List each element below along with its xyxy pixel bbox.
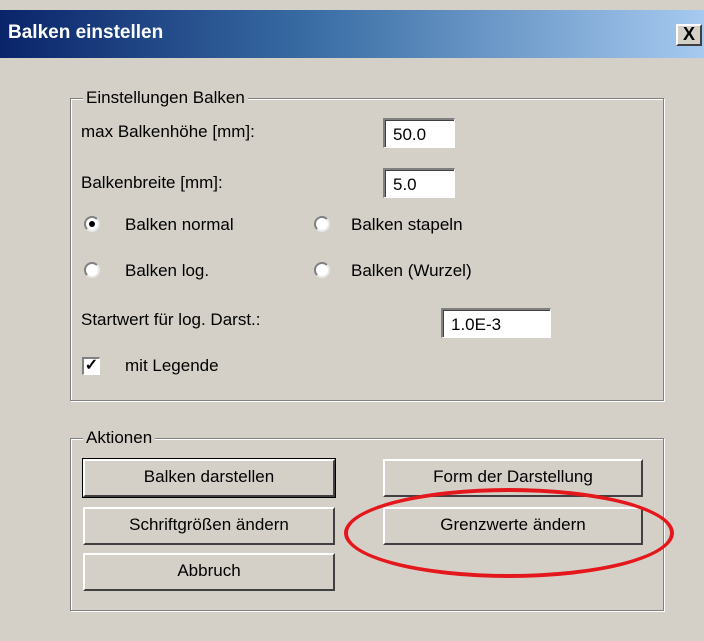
start-value-label: Startwert für log. Darst.:	[81, 310, 261, 329]
settings-group-title: Einstellungen Balken	[83, 88, 248, 108]
radio-balken-wurzel[interactable]	[314, 262, 330, 278]
max-height-label: max Balkenhöhe [mm]:	[81, 122, 255, 141]
radio-balken-wurzel-label[interactable]: Balken (Wurzel)	[351, 261, 472, 281]
actions-groupbox: Aktionen Balken darstellen Form der Dars…	[70, 428, 664, 611]
change-limits-button-label: Grenzwerte ändern	[440, 515, 586, 534]
radio-balken-normal-label[interactable]: Balken normal	[125, 215, 234, 235]
font-size-button-label: Schriftgrößen ändern	[129, 515, 289, 534]
actions-group-title: Aktionen	[83, 428, 156, 448]
show-bars-button-label: Balken darstellen	[143, 467, 275, 486]
close-icon: X	[682, 24, 695, 44]
window-title: Balken einstellen	[8, 22, 164, 43]
legend-checkbox-label[interactable]: mit Legende	[125, 356, 219, 376]
cancel-button[interactable]: Abbruch	[83, 553, 335, 591]
close-button[interactable]: X	[676, 24, 702, 46]
radio-balken-normal[interactable]	[84, 216, 100, 232]
width-input[interactable]: 5.0	[383, 168, 455, 198]
font-size-button[interactable]: Schriftgrößen ändern	[83, 507, 335, 545]
display-form-button-label: Form der Darstellung	[433, 467, 593, 486]
radio-balken-stapeln[interactable]	[314, 216, 330, 232]
max-height-input[interactable]: 50.0	[383, 118, 455, 148]
change-limits-button[interactable]: Grenzwerte ändern	[383, 507, 643, 545]
start-value-input[interactable]: 1.0E-3	[441, 308, 551, 338]
settings-groupbox: Einstellungen Balken max Balkenhöhe [mm]…	[70, 88, 664, 401]
checkmark-icon: ✓	[84, 357, 99, 374]
title-bar[interactable]: Balken einstellen X	[0, 10, 704, 58]
width-label: Balkenbreite [mm]:	[81, 173, 223, 192]
show-bars-button[interactable]: Balken darstellen	[82, 458, 336, 498]
legend-checkbox[interactable]: ✓	[82, 357, 100, 375]
display-form-button[interactable]: Form der Darstellung	[383, 459, 643, 497]
radio-balken-log-label[interactable]: Balken log.	[125, 261, 209, 281]
dialog-window: Balken einstellen X Einstellungen Balken…	[0, 0, 704, 641]
radio-balken-stapeln-label[interactable]: Balken stapeln	[351, 215, 463, 235]
cancel-button-label: Abbruch	[177, 561, 241, 580]
radio-balken-log[interactable]	[84, 262, 100, 278]
